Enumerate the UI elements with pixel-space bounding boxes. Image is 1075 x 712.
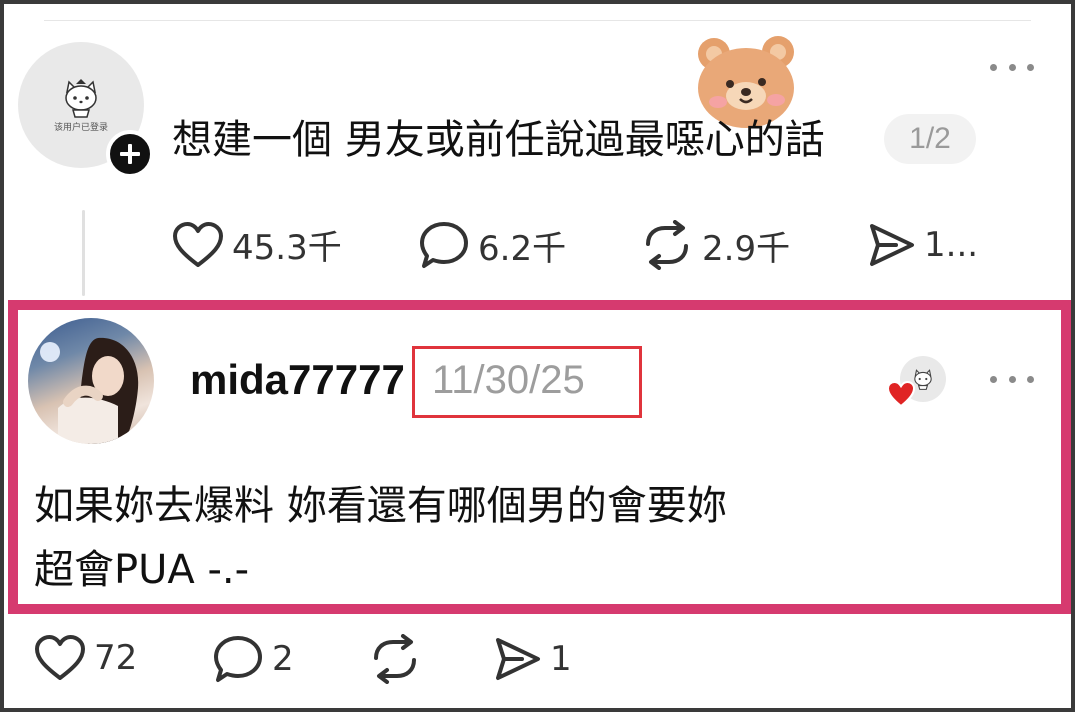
repost-arrows-icon	[374, 634, 416, 684]
thread-line	[82, 210, 85, 296]
reply-line: 超會PUA -.-	[34, 547, 250, 593]
comment-button[interactable]: 6.2千	[418, 220, 566, 270]
reply-comment-count: 2	[272, 639, 294, 679]
share-button[interactable]: 1...	[866, 220, 978, 270]
reply-like-count: 72	[94, 638, 138, 678]
reply-author-avatar[interactable]	[28, 318, 154, 444]
comment-count: 6.2千	[478, 228, 567, 269]
page-indicator[interactable]: 1/2	[884, 114, 976, 164]
reply-line: 如果妳去爆料 妳看還有哪個男的會要妳	[34, 483, 727, 529]
screenshot-frame: 该用户已登录 想建一個 男友或前任說過最噁心的話 1/2 45.3千 6.2千 …	[0, 0, 1075, 712]
heart-filled-icon	[886, 380, 916, 408]
repost-count: 2.9千	[702, 228, 791, 269]
plus-icon	[120, 144, 140, 164]
heart-outline-icon	[173, 221, 223, 267]
repost-button[interactable]: 2.9千	[640, 220, 790, 270]
speech-bubble-icon	[420, 222, 468, 268]
paper-plane-icon	[496, 638, 540, 680]
ellipsis-dot	[1027, 375, 1034, 383]
reply-more-button[interactable]	[990, 366, 1034, 392]
ellipsis-dot	[990, 375, 997, 383]
post-title: 想建一個 男友或前任說過最噁心的話	[172, 117, 825, 163]
ellipsis-dot	[1008, 63, 1016, 71]
reply-comment-button[interactable]: 2	[212, 634, 294, 684]
follow-button[interactable]	[106, 130, 154, 178]
reply-repost-button[interactable]	[368, 634, 422, 684]
reply-share-count: 1	[550, 639, 572, 679]
profile-photo-icon	[40, 337, 139, 444]
repost-arrows-icon	[646, 220, 688, 270]
reply-body: 如果妳去爆料 妳看還有哪個男的會要妳 超會PUA -.-	[34, 474, 727, 602]
ellipsis-dot	[1027, 63, 1034, 71]
like-button[interactable]: 45.3千	[172, 220, 342, 269]
reply-like-button[interactable]: 72	[34, 634, 137, 682]
ellipsis-dot	[990, 63, 997, 71]
reply-username[interactable]: mida77777	[190, 354, 405, 406]
speech-bubble-icon	[214, 636, 262, 682]
ellipsis-dot	[1008, 375, 1016, 383]
share-count: 1...	[924, 225, 979, 265]
heart-outline-icon	[35, 635, 85, 680]
like-count: 45.3千	[232, 228, 342, 268]
reply-date: 11/30/25	[432, 358, 585, 402]
avatar-caption: 该用户已登录	[53, 122, 108, 133]
reply-share-button[interactable]: 1	[492, 634, 572, 684]
post-more-button[interactable]	[990, 54, 1034, 80]
kitty-avatar-icon	[65, 78, 97, 118]
paper-plane-icon	[870, 224, 914, 266]
divider	[44, 20, 1031, 21]
